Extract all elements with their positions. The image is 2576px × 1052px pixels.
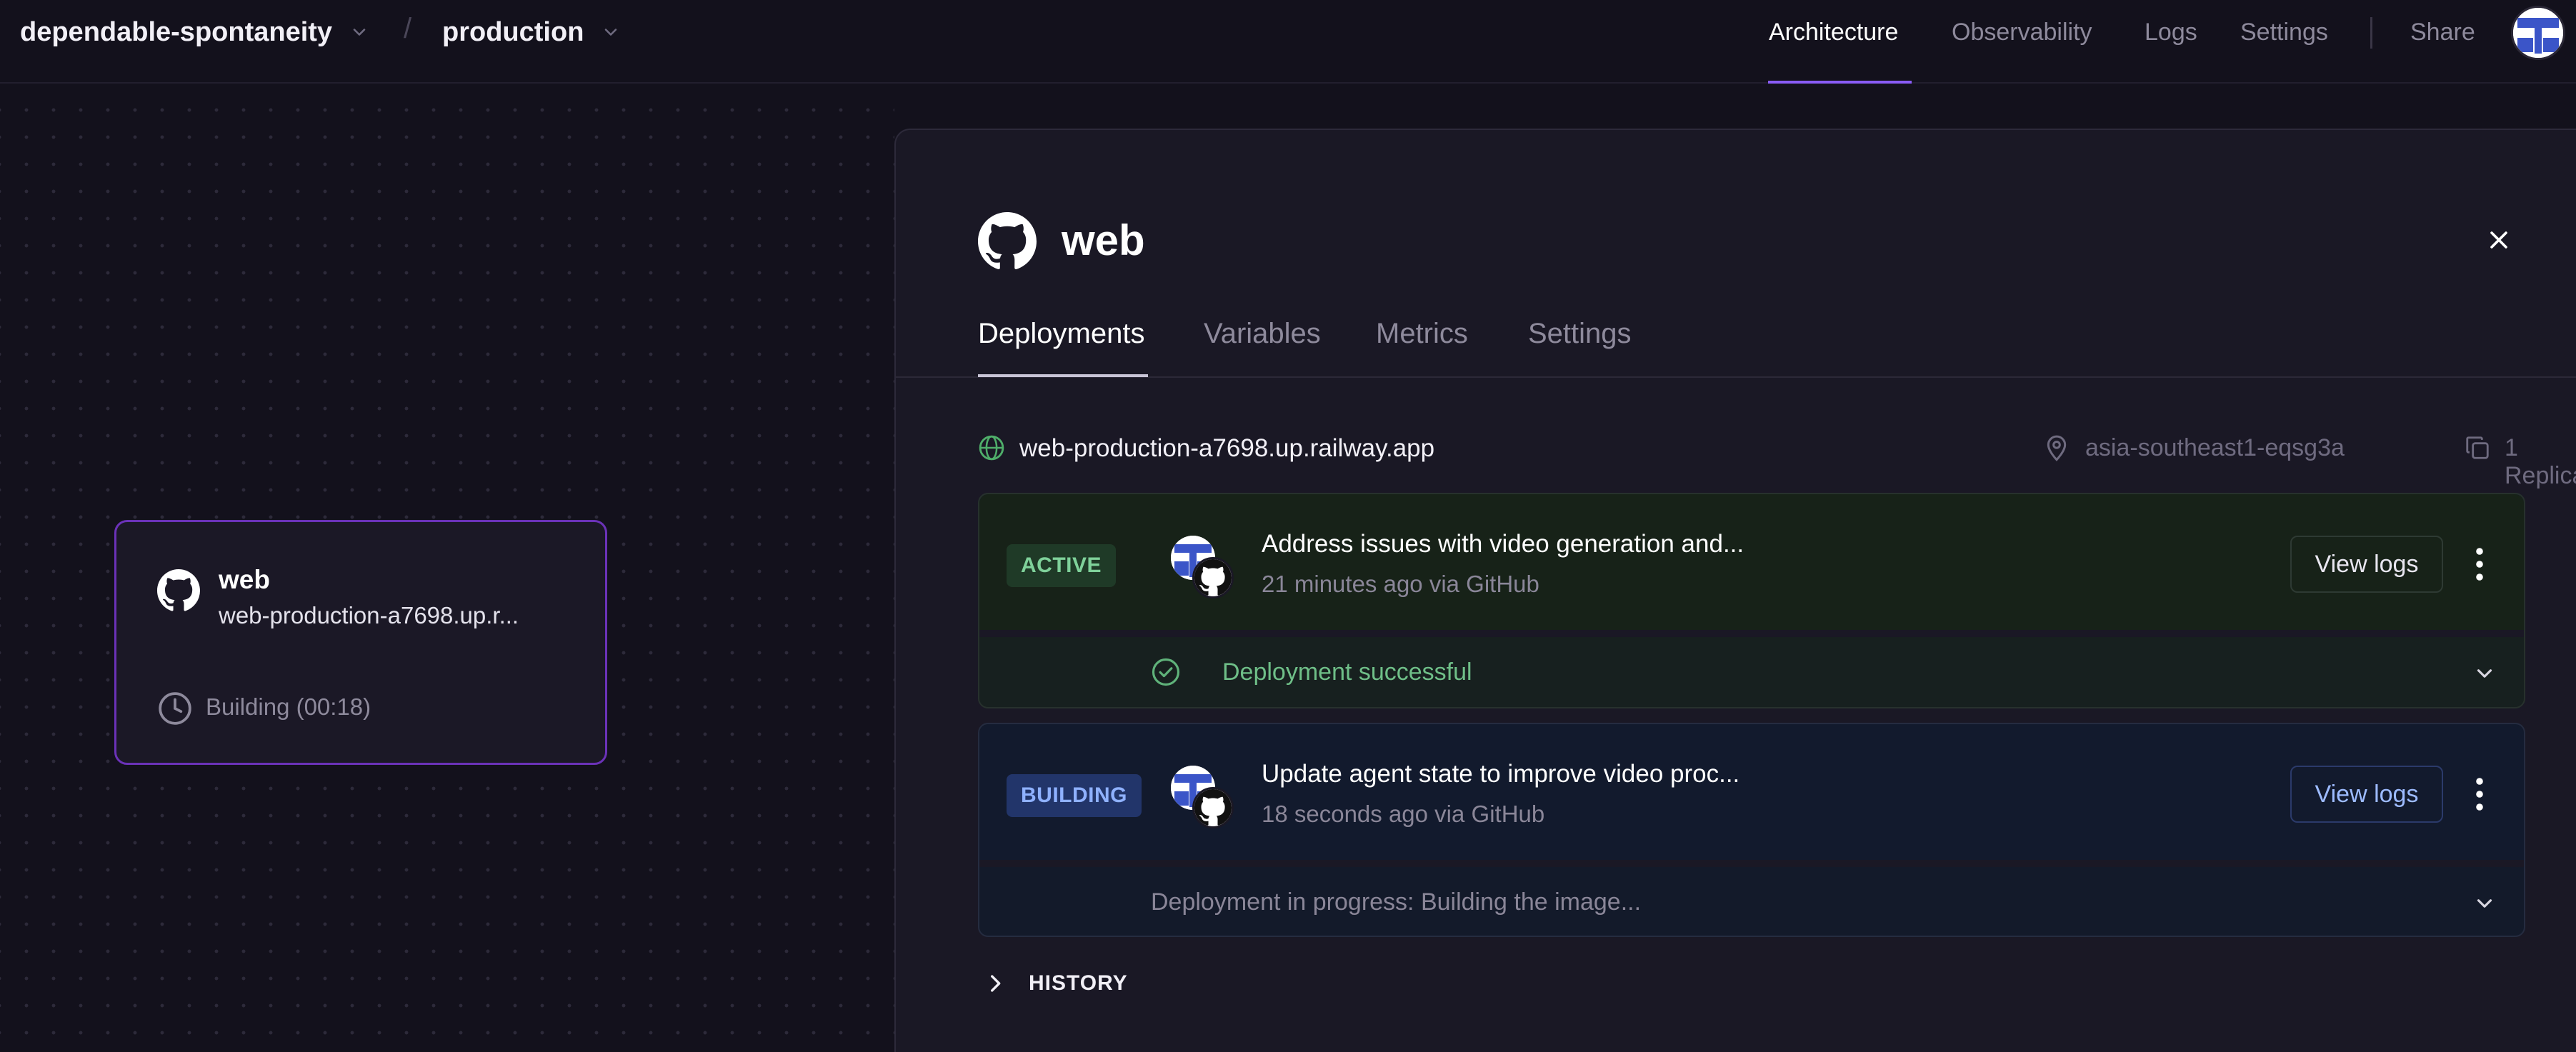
github-icon [1192,557,1234,598]
commit-message: Update agent state to improve video proc… [1262,760,1740,788]
deployment-status-row[interactable]: Deployment successful [979,637,2524,708]
deployment-status-text: Deployment successful [1222,658,1472,686]
deployment-divider [979,630,2524,637]
deployment-card-active[interactable]: ACTIVE Address issues with video generat… [978,493,2525,708]
deployment-status-text: Deployment in progress: Building the ima… [1151,888,1642,916]
copy-replica-icon [2464,434,2491,461]
view-logs-button[interactable]: View logs [2290,536,2443,593]
chevron-down-icon[interactable] [2472,661,2497,686]
github-icon [978,212,1037,271]
nav-logs[interactable]: Logs [2145,16,2197,49]
github-icon [1192,787,1234,828]
check-circle-icon [1151,657,1181,687]
breadcrumb-separator: / [404,13,412,44]
tab-settings[interactable]: Settings [1528,317,1632,350]
service-info-row: web-production-a7698.up.railway.app asia… [978,430,2576,489]
chevron-down-icon[interactable] [2472,891,2497,916]
region-label: asia-southeast1-eqsg3a [2085,434,2345,461]
chevron-down-icon [601,22,621,42]
share-button[interactable]: Share [2410,16,2475,49]
service-domain-link[interactable]: web-production-a7698.up.railway.app [1019,434,1434,463]
clock-icon [157,691,193,726]
nav-observability[interactable]: Observability [1952,16,2092,49]
project-name: dependable-spontaneity [20,16,333,47]
view-logs-button[interactable]: View logs [2290,766,2443,823]
deployment-status-row[interactable]: Deployment in progress: Building the ima… [979,867,2524,938]
service-status: Building (00:18) [206,693,371,720]
status-badge: ACTIVE [1007,544,1117,587]
service-detail-panel: web Deployments Variables Metrics Settin… [894,129,2576,1052]
service-name: web [219,565,270,594]
project-switcher[interactable]: dependable-spontaneity [20,16,369,49]
deployment-card-building[interactable]: BUILDING Update agent state to improve v… [978,723,2525,937]
architecture-canvas[interactable]: web web-production-a7698.up.r... Buildin… [0,85,894,1052]
nav-settings[interactable]: Settings [2240,16,2328,49]
tab-variables[interactable]: Variables [1204,317,1321,350]
top-bar: dependable-spontaneity / production Arch… [0,0,2576,84]
deployment-divider [979,860,2524,867]
active-tab-indicator [978,374,1148,377]
location-pin-icon [2042,433,2071,463]
app-root: dependable-spontaneity / production Arch… [0,0,2576,1052]
service-url: web-production-a7698.up.r... [219,602,519,628]
status-badge: BUILDING [1007,774,1142,817]
chevron-right-icon [983,971,1007,996]
history-toggle[interactable]: HISTORY [983,966,1128,1001]
commit-message: Address issues with video generation and… [1262,530,1744,558]
active-nav-indicator [1768,81,1912,84]
tab-metrics[interactable]: Metrics [1376,317,1468,350]
nav-divider [2370,17,2372,49]
service-card-web[interactable]: web web-production-a7698.up.r... Buildin… [114,520,607,765]
environment-name: production [442,16,584,47]
deployment-meta: 21 minutes ago via GitHub [1262,571,1539,597]
github-icon [157,569,200,612]
user-avatar[interactable] [2511,6,2565,60]
panel-title: web [1062,216,1145,264]
tab-deployments[interactable]: Deployments [978,317,1144,350]
nav-architecture[interactable]: Architecture [1769,16,1898,49]
history-label: HISTORY [1029,971,1128,995]
kebab-menu-icon[interactable] [2469,543,2490,586]
environment-switcher[interactable]: production [442,16,621,49]
close-icon[interactable] [2482,223,2516,257]
chevron-down-icon [349,22,369,42]
replica-count: 1 Replica [2505,434,2576,489]
deployment-meta: 18 seconds ago via GitHub [1262,801,1545,827]
kebab-menu-icon[interactable] [2469,773,2490,816]
globe-icon [978,434,1005,461]
